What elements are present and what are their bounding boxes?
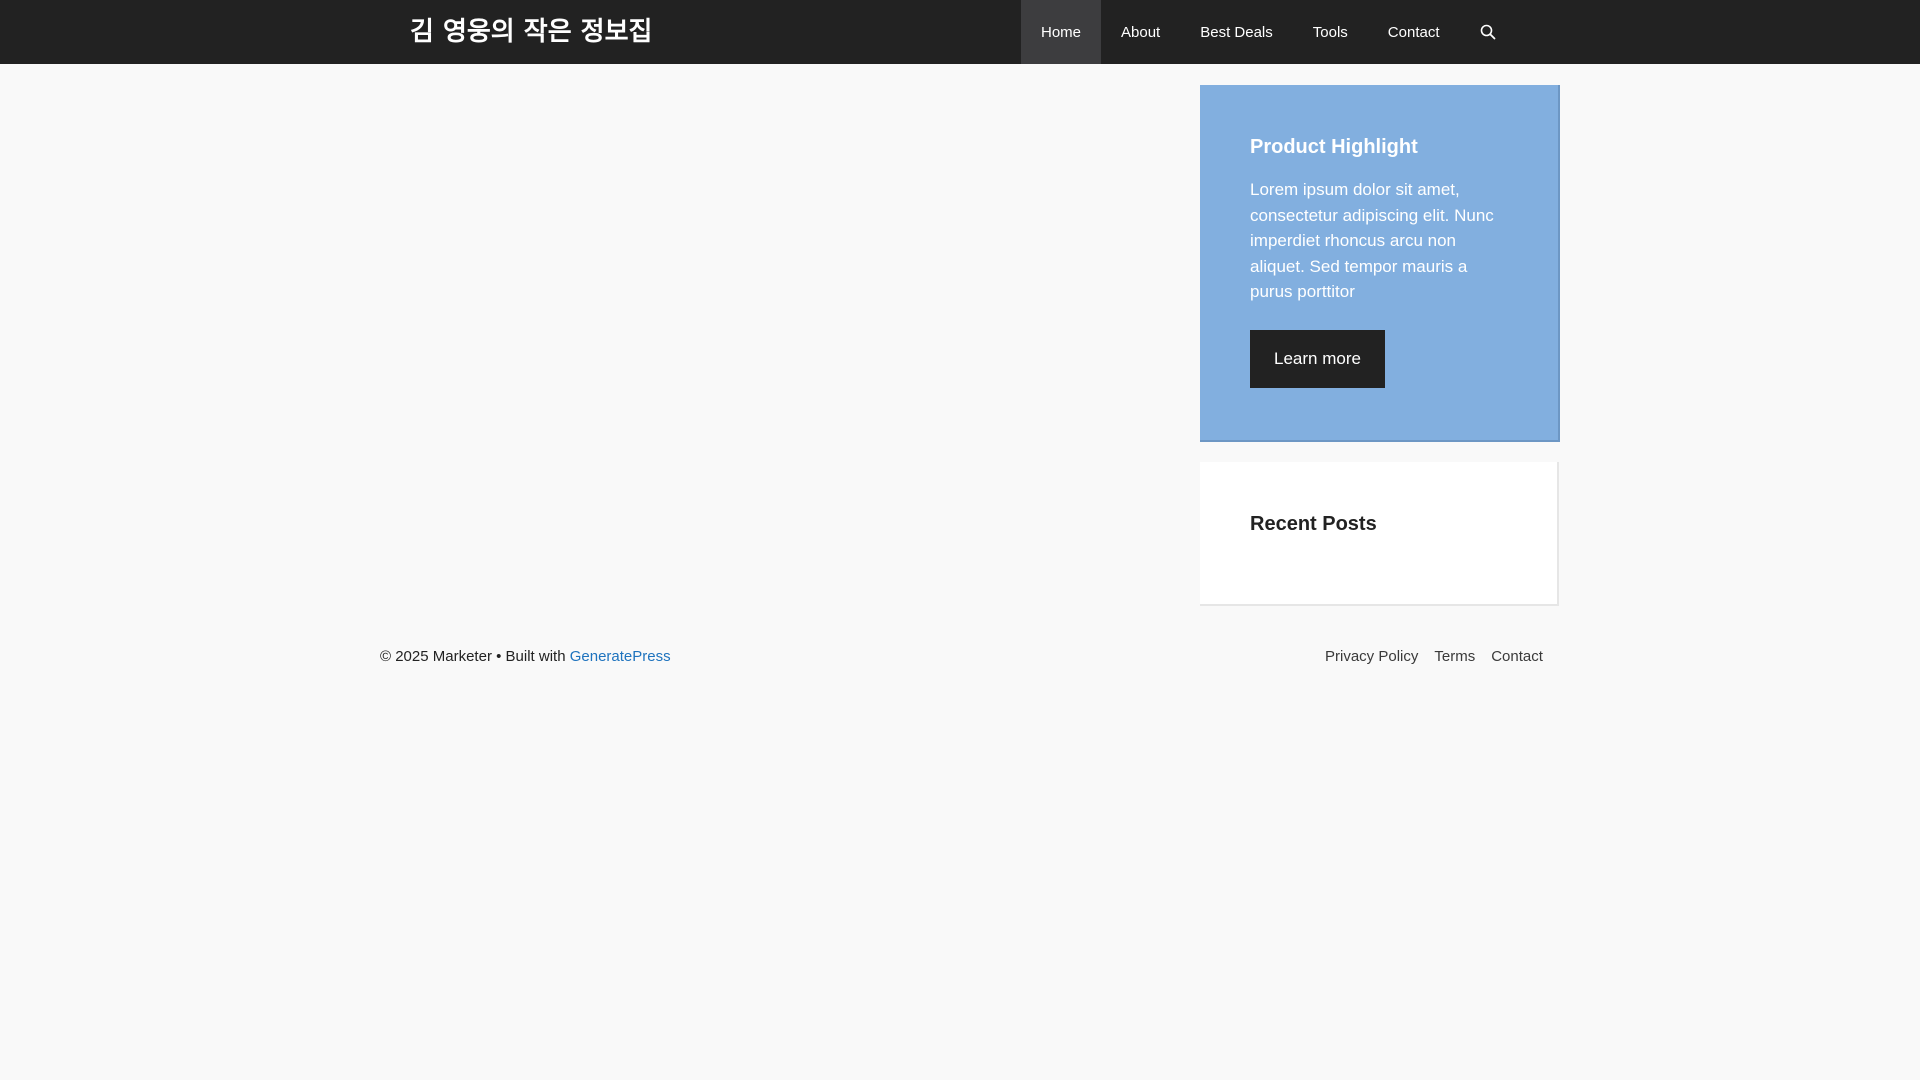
copyright-text: © 2025 Marketer • Built with [380,648,570,665]
product-highlight-title: Product Highlight [1250,136,1418,158]
footer-link-contact[interactable]: Contact [1491,648,1543,665]
product-highlight-text: Lorem ipsum dolor sit amet, consectetur … [1250,180,1494,301]
nav-item-best-deals[interactable]: Best Deals [1180,0,1293,64]
generatepress-link[interactable]: GeneratePress [570,648,671,665]
nav-item-about[interactable]: About [1101,0,1180,64]
site-header: 김 영웅의 작은 정보집 Home About Best Deals Tools… [0,0,1920,64]
footer-copyright: © 2025 Marketer • Built with GeneratePre… [380,648,671,665]
recent-posts-widget: Recent Posts [1200,462,1559,606]
product-highlight-widget: Product Highlight Lorem ipsum dolor sit … [1200,85,1560,442]
nav-item-home[interactable]: Home [1021,0,1102,64]
footer-links: Privacy Policy Terms Contact [1325,648,1543,665]
nav-item-contact[interactable]: Contact [1368,0,1460,64]
nav-item-tools[interactable]: Tools [1293,0,1368,64]
search-icon [1480,24,1495,40]
learn-more-button[interactable]: Learn more [1250,329,1385,388]
footer-link-terms[interactable]: Terms [1434,648,1475,665]
site-title[interactable]: 김 영웅의 작은 정보집 [410,12,652,52]
recent-posts-title: Recent Posts [1250,513,1377,535]
main-navigation: Home About Best Deals Tools Contact [1021,0,1516,64]
footer-link-privacy-policy[interactable]: Privacy Policy [1325,648,1418,665]
search-button[interactable] [1460,0,1516,64]
